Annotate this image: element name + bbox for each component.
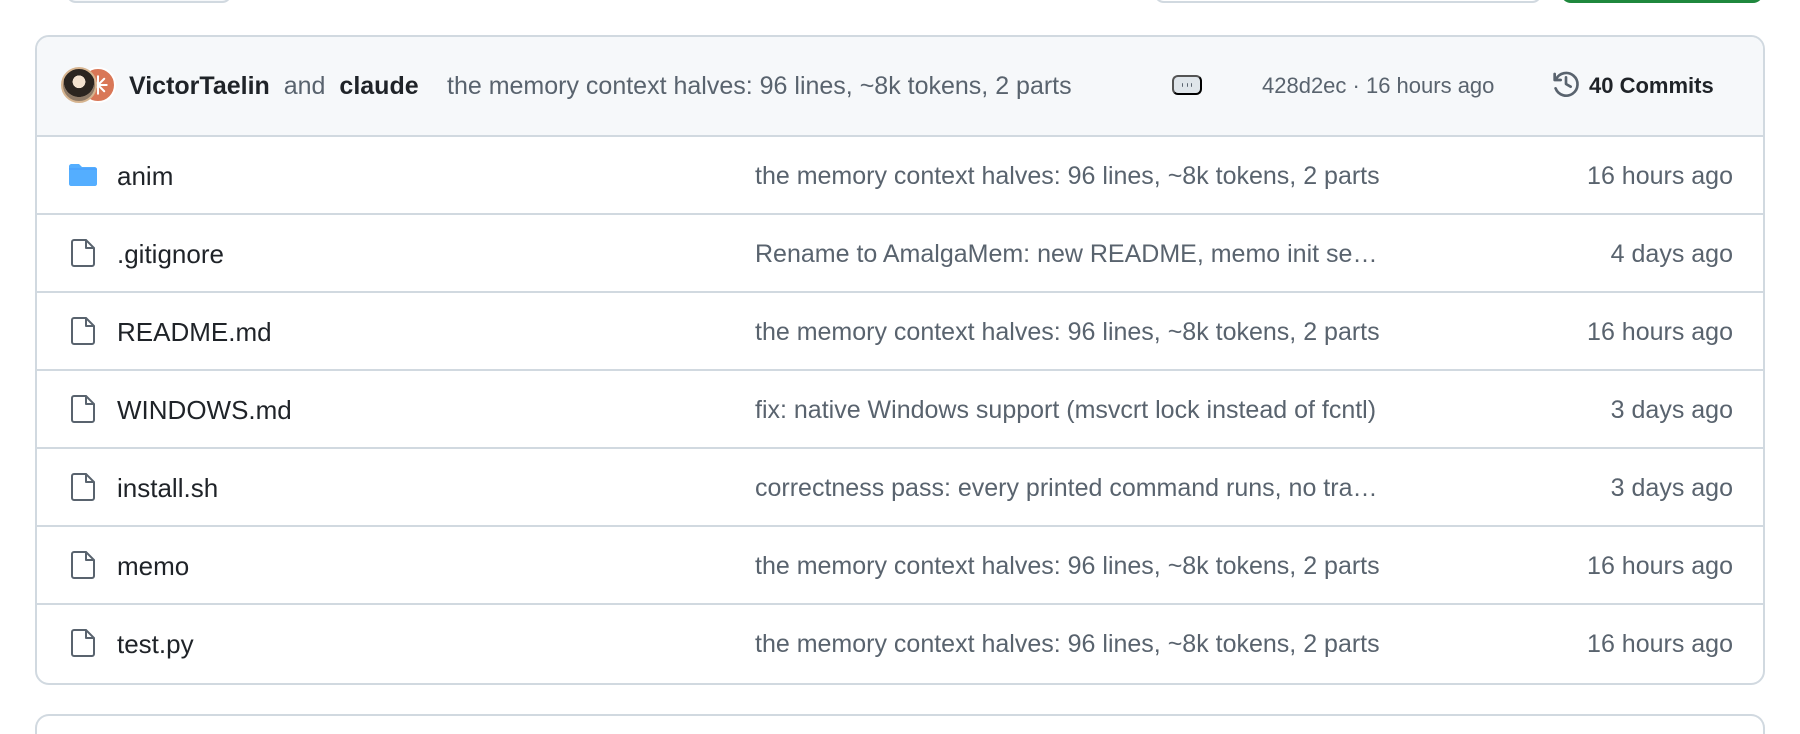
file-commit-message-link[interactable]: the memory context halves: 96 lines, ~8k… [755,629,1380,659]
file-row-gitignore[interactable]: .gitignore Rename to AmalgaMem: new READ… [37,215,1763,293]
author-claude-link[interactable]: claude [339,72,418,100]
top-code-button[interactable] [1561,0,1763,3]
file-name-link[interactable]: memo [117,551,189,581]
file-commit-message-link[interactable]: Rename to AmalgaMem: new README, memo in… [755,239,1380,269]
top-left-control[interactable] [66,0,232,3]
file-commit-message-link[interactable]: the memory context halves: 96 lines, ~8k… [755,551,1380,581]
file-name-link[interactable]: test.py [117,629,194,659]
file-updated-time: 16 hours ago [1587,162,1733,190]
file-row-install[interactable]: install.sh correctness pass: every print… [37,449,1763,527]
file-updated-time: 16 hours ago [1587,318,1733,346]
victor-avatar[interactable] [61,67,97,103]
repository-file-table: VictorTaelin and claude the memory conte… [35,35,1765,685]
file-icon [71,629,95,657]
folder-icon [69,164,97,186]
latest-commit-meta[interactable]: 428d2ec · 16 hours ago [1262,71,1494,101]
file-commit-message-link[interactable]: the memory context halves: 96 lines, ~8k… [755,161,1380,191]
ellipsis-dot [1191,83,1193,87]
file-commit-message-link[interactable]: fix: native Windows support (msvcrt lock… [755,395,1380,425]
file-icon [71,551,95,579]
latest-commit-header: VictorTaelin and claude the memory conte… [37,37,1763,137]
file-updated-time: 3 days ago [1610,474,1733,502]
file-commit-message-link[interactable]: the memory context halves: 96 lines, ~8k… [755,317,1380,347]
ellipsis-dot [1182,83,1183,87]
history-icon[interactable] [1550,68,1582,100]
top-search-control[interactable] [1154,0,1542,3]
file-name-link[interactable]: install.sh [117,473,218,503]
file-commit-message-link[interactable]: correctness pass: every printed command … [755,473,1380,503]
file-icon [71,239,95,267]
file-icon [71,317,95,345]
file-updated-time: 4 days ago [1610,240,1733,268]
commit-authors: VictorTaelin and claude [129,71,419,101]
file-row-memo[interactable]: memo the memory context halves: 96 lines… [37,527,1763,605]
next-section-container [35,714,1765,734]
latest-commit-message-link[interactable]: the memory context halves: 96 lines, ~8k… [447,71,1072,101]
file-name-link[interactable]: .gitignore [117,239,224,269]
file-row-anim[interactable]: anim the memory context halves: 96 lines… [37,137,1763,215]
file-name-link[interactable]: README.md [117,317,272,347]
file-icon [71,395,95,423]
file-icon [71,473,95,501]
author-victortaelin-link[interactable]: VictorTaelin [129,72,270,100]
commits-count-link[interactable]: 40 Commits [1589,71,1714,101]
file-row-test[interactable]: test.py the memory context halves: 96 li… [37,605,1763,683]
file-updated-time: 3 days ago [1610,396,1733,424]
file-row-windows[interactable]: WINDOWS.md fix: native Windows support (… [37,371,1763,449]
file-updated-time: 16 hours ago [1587,552,1733,580]
file-row-readme[interactable]: README.md the memory context halves: 96 … [37,293,1763,371]
file-name-link[interactable]: WINDOWS.md [117,395,292,425]
author-joiner: and [283,72,326,100]
commit-message-expand-button[interactable] [1172,75,1202,95]
file-updated-time: 16 hours ago [1587,630,1733,658]
ellipsis-dot [1186,83,1188,87]
file-name-link[interactable]: anim [117,161,173,191]
